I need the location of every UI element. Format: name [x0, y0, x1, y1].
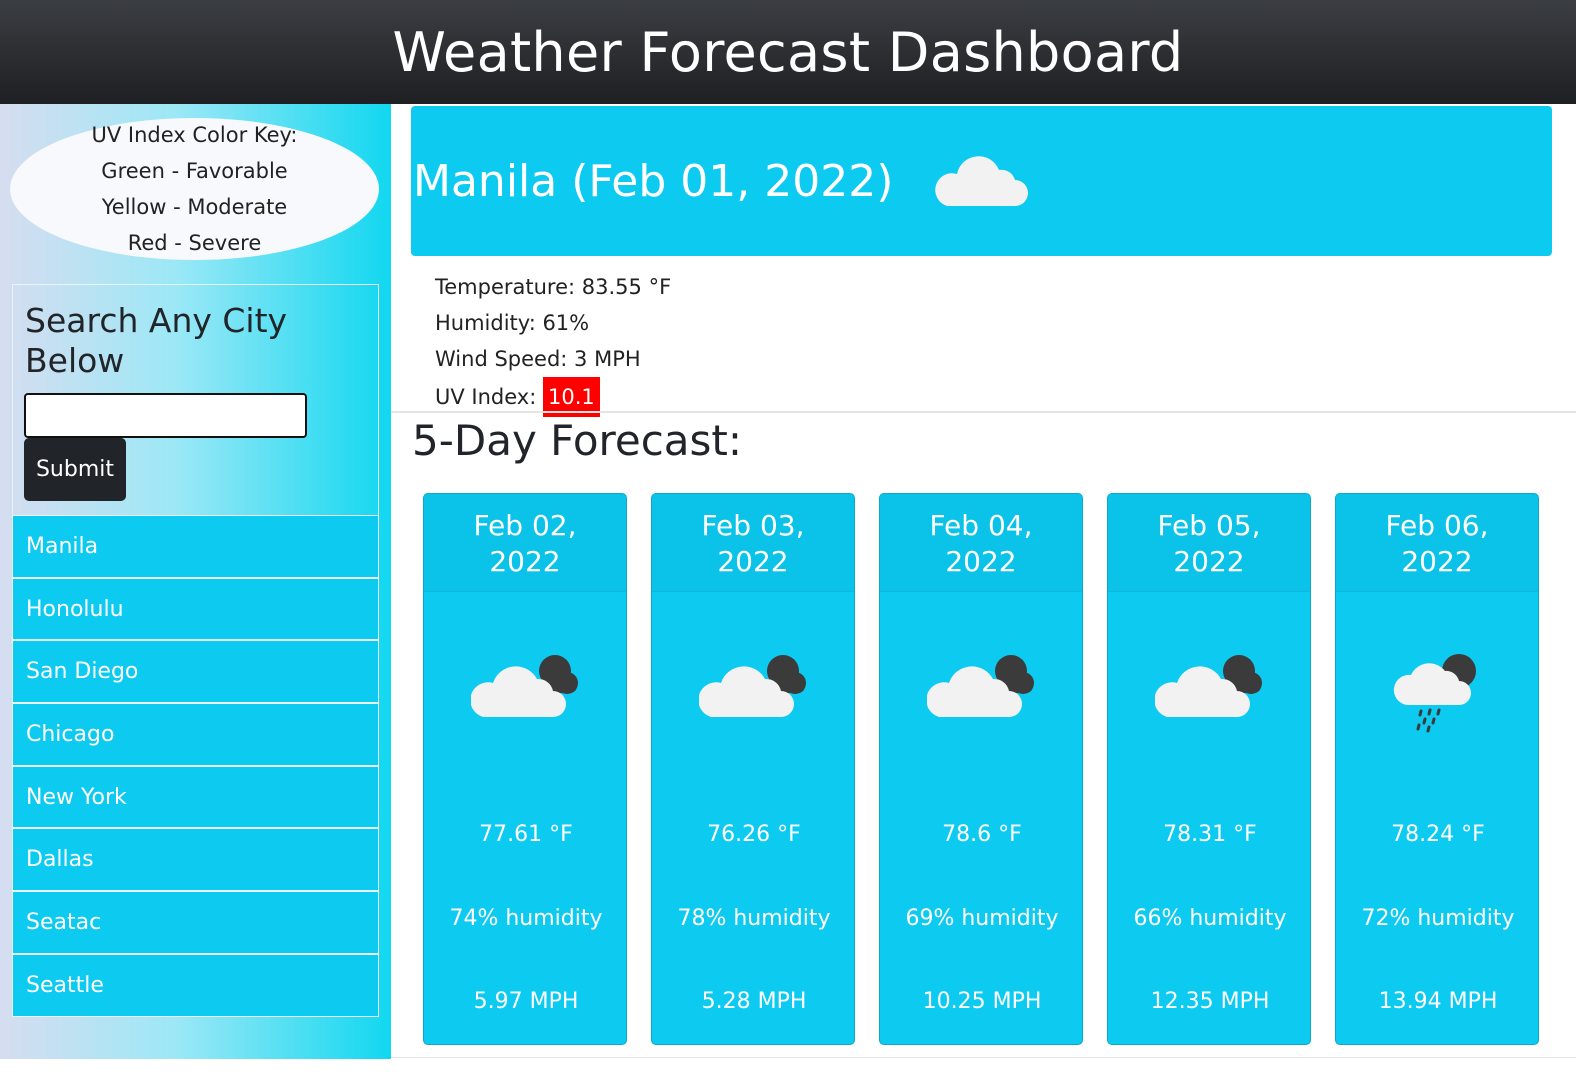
current-city-heading: Manila (Feb 01, 2022): [413, 155, 894, 207]
cloudy-icon: [424, 649, 626, 721]
forecast-card: Feb 05, 2022 78.31 °F 66% humidity 12.35…: [1107, 493, 1311, 1045]
cloudy-icon: [652, 649, 854, 721]
section-divider: [391, 411, 1576, 413]
forecast-temperature: 77.61 °F: [479, 822, 573, 847]
forecast-temperature: 78.24 °F: [1391, 822, 1485, 847]
city-button-dallas[interactable]: Dallas: [12, 828, 379, 892]
search-panel: Search Any City Below Submit: [12, 284, 379, 516]
forecast-date-line1: Feb 05,: [1157, 509, 1261, 542]
cloudy-icon: [880, 649, 1082, 721]
forecast-temperature: 78.31 °F: [1163, 822, 1257, 847]
uv-key-yellow: Yellow - Moderate: [101, 195, 288, 219]
uv-key-title: UV Index Color Key:: [91, 123, 298, 147]
forecast-title: 5-Day Forecast:: [412, 416, 743, 465]
city-button-seattle[interactable]: Seattle: [12, 953, 379, 1017]
sidebar: UV Index Color Key: Green - Favorable Ye…: [0, 104, 391, 1059]
submit-button[interactable]: Submit: [24, 438, 126, 501]
forecast-date-line1: Feb 04,: [929, 509, 1033, 542]
forecast-wind: 13.94 MPH: [1378, 989, 1498, 1014]
city-button-san-diego[interactable]: San Diego: [12, 640, 379, 704]
forecast-humidity: 74% humidity: [449, 906, 603, 931]
uv-key-green: Green - Favorable: [101, 159, 288, 183]
current-weather-details: Temperature: 83.55 °F Humidity: 61% Wind…: [435, 269, 671, 417]
city-button-chicago[interactable]: Chicago: [12, 703, 379, 766]
city-button-honolulu[interactable]: Honolulu: [12, 577, 379, 641]
rain-icon: [1336, 649, 1538, 733]
city-search-input[interactable]: [24, 393, 307, 438]
forecast-date-line2: 2022: [1401, 545, 1473, 578]
forecast-wind: 12.35 MPH: [1150, 989, 1270, 1014]
uv-index-label: UV Index:: [435, 385, 543, 409]
app-header: Weather Forecast Dashboard: [0, 0, 1576, 104]
city-button-new-york[interactable]: New York: [12, 765, 379, 829]
current-temperature: Temperature: 83.55 °F: [435, 275, 672, 299]
forecast-date: Feb 04, 2022: [880, 494, 1082, 592]
forecast-date-line2: 2022: [489, 545, 561, 578]
current-weather-banner: Manila (Feb 01, 2022): [411, 106, 1552, 256]
forecast-date-line1: Feb 03,: [701, 509, 805, 542]
forecast-wind: 10.25 MPH: [922, 989, 1042, 1014]
city-button-manila[interactable]: Manila: [12, 515, 379, 578]
city-button-seatac[interactable]: Seatac: [12, 891, 379, 954]
uv-color-key: UV Index Color Key: Green - Favorable Ye…: [10, 118, 379, 260]
forecast-date: Feb 06, 2022: [1336, 494, 1538, 592]
forecast-humidity: 72% humidity: [1361, 906, 1515, 931]
forecast-date-line2: 2022: [945, 545, 1017, 578]
forecast-humidity: 69% humidity: [905, 906, 1059, 931]
forecast-date: Feb 02, 2022: [424, 494, 626, 592]
search-history-list: Manila Honolulu San Diego Chicago New Yo…: [12, 515, 379, 1017]
current-humidity: Humidity: 61%: [435, 311, 590, 335]
forecast-card: Feb 06, 2022 78.24 °F 72% humidity 13.94…: [1335, 493, 1539, 1045]
forecast-card: Feb 02, 2022 77.61 °F 74% humidity 5.97 …: [423, 493, 627, 1045]
forecast-date-line2: 2022: [1173, 545, 1245, 578]
forecast-wind: 5.97 MPH: [473, 989, 579, 1014]
forecast-humidity: 78% humidity: [677, 906, 831, 931]
forecast-card: Feb 04, 2022 78.6 °F 69% humidity 10.25 …: [879, 493, 1083, 1045]
forecast-temperature: 78.6 °F: [942, 822, 1022, 847]
forecast-date: Feb 05, 2022: [1108, 494, 1310, 592]
cloud-icon: [933, 148, 1029, 214]
bottom-divider: [391, 1057, 1576, 1058]
forecast-temperature: 76.26 °F: [707, 822, 801, 847]
forecast-date-line2: 2022: [717, 545, 789, 578]
uv-key-red: Red - Severe: [127, 231, 262, 255]
cloudy-icon: [1108, 649, 1310, 721]
search-title: Search Any City Below: [25, 301, 288, 380]
forecast-card: Feb 03, 2022 76.26 °F 78% humidity 5.28 …: [651, 493, 855, 1045]
forecast-wind: 5.28 MPH: [701, 989, 807, 1014]
forecast-date-line1: Feb 02,: [473, 509, 577, 542]
forecast-humidity: 66% humidity: [1133, 906, 1287, 931]
forecast-date-line1: Feb 06,: [1385, 509, 1489, 542]
page-title: Weather Forecast Dashboard: [392, 20, 1184, 84]
forecast-date: Feb 03, 2022: [652, 494, 854, 592]
current-wind-speed: Wind Speed: 3 MPH: [435, 347, 641, 371]
